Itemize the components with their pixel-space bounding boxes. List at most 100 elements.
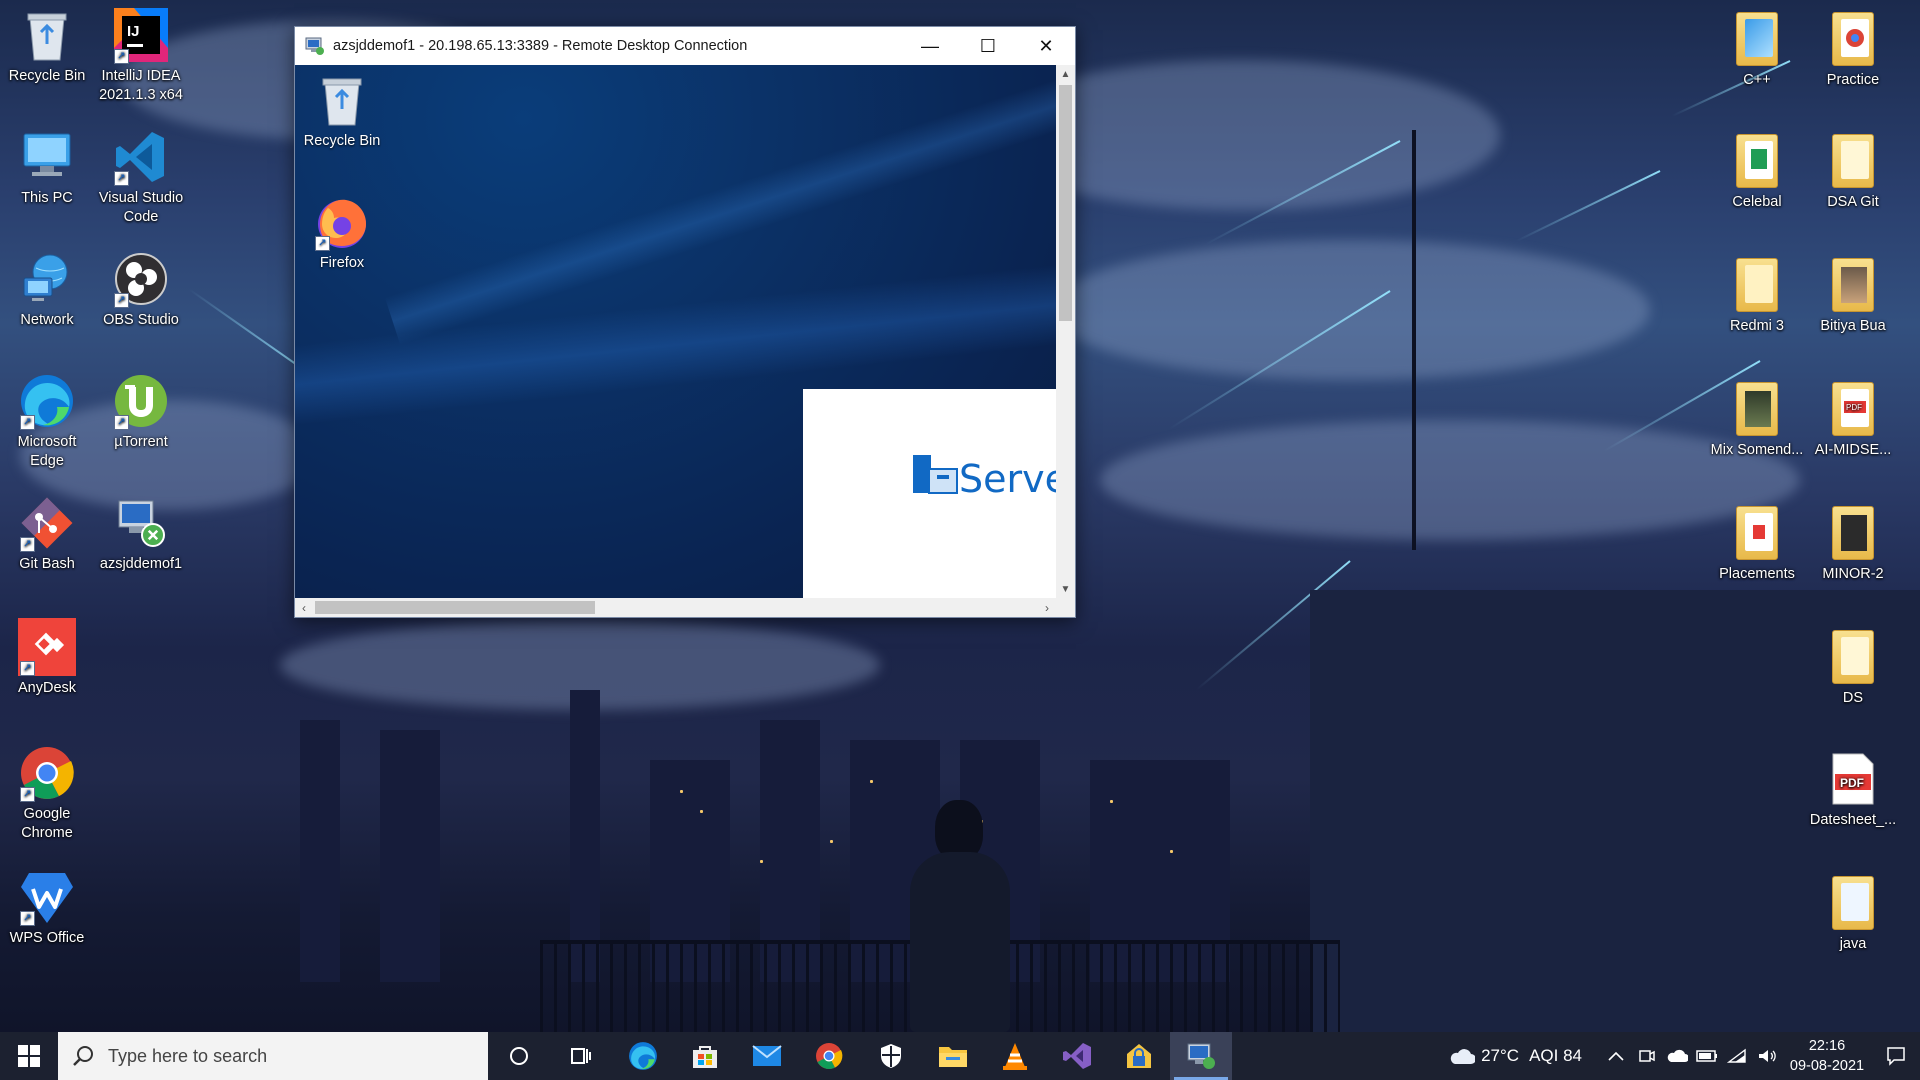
remote-session-viewport[interactable]: Recycle Bin ↗ Firefox Server ▲ ▼ ‹ › (295, 65, 1075, 617)
desktop-icon-pdf-datesheet[interactable]: PDF Datesheet_... (1806, 750, 1900, 830)
taskbar-rdp[interactable] (1170, 1032, 1232, 1080)
taskbar-file-explorer[interactable] (922, 1032, 984, 1080)
weather-icon[interactable] (1441, 1046, 1481, 1066)
resize-grip-icon[interactable] (1056, 598, 1075, 617)
taskbar-store[interactable] (674, 1032, 736, 1080)
file-explorer-icon (939, 1047, 967, 1067)
desktop-icon-label: azsjddemof1 (99, 556, 183, 572)
desktop-icon-recycle-bin[interactable]: Recycle Bin (0, 6, 94, 86)
minimize-icon: — (921, 35, 939, 56)
notification-center-icon[interactable] (1872, 1046, 1920, 1066)
minimize-button[interactable]: — (901, 27, 959, 65)
task-view-button[interactable] (550, 1032, 612, 1080)
desktop-icon-chrome[interactable]: ↗ Google Chrome (0, 744, 94, 843)
desktop-icon-anydesk[interactable]: ↗ AnyDesk (0, 618, 94, 698)
folder-icon (1728, 504, 1786, 562)
folder-icon (1728, 10, 1786, 68)
maximize-button[interactable]: ☐ (959, 27, 1017, 65)
desktop-icon-label: AnyDesk (17, 680, 77, 696)
remote-icon-recycle-bin[interactable]: Recycle Bin (295, 71, 389, 149)
desktop-icon-folder-placements[interactable]: Placements (1710, 504, 1804, 584)
scroll-down-icon[interactable]: ▼ (1056, 580, 1075, 598)
desktop-icon-intellij[interactable]: IJ ↗ IntelliJ IDEA 2021.1.3 x64 (94, 6, 188, 105)
vscode-icon: ↗ (112, 128, 170, 186)
onedrive-icon[interactable] (1662, 1049, 1692, 1063)
desktop-icon-folder-mix[interactable]: Mix Somend... (1710, 380, 1804, 460)
desktop-icon-pdf-ai-midsem[interactable]: PDF AI-MIDSE... (1806, 380, 1900, 460)
pdf-icon-text: PDF (1840, 776, 1864, 790)
desktop-icon-folder-dsa-git[interactable]: DSA Git (1806, 132, 1900, 212)
system-tray: 27°C AQI 84 22:16 09-08-2021 (1441, 1032, 1920, 1080)
desktop-icon-wps[interactable]: ↗ WPS Office (0, 868, 94, 948)
desktop-icon-network[interactable]: Network (0, 250, 94, 330)
remote-desktop-window[interactable]: azsjddemof1 - 20.198.65.13:3389 - Remote… (294, 26, 1076, 618)
firefox-icon: ↗ (313, 193, 371, 251)
vpn-lock-icon (1127, 1044, 1151, 1068)
taskbar-vlc[interactable] (984, 1032, 1046, 1080)
taskbar-vpn[interactable] (1108, 1032, 1170, 1080)
taskbar-clock[interactable]: 22:16 09-08-2021 (1782, 1036, 1872, 1076)
desktop-icon-rdp-shortcut[interactable]: azsjddemof1 (94, 494, 188, 574)
edge-icon (629, 1042, 657, 1070)
desktop-icon-vscode[interactable]: ↗ Visual Studio Code (94, 128, 188, 227)
taskbar-security[interactable] (860, 1032, 922, 1080)
taskbar-visual-studio[interactable] (1046, 1032, 1108, 1080)
meet-now-icon[interactable] (1632, 1047, 1662, 1065)
desktop-icon-edge[interactable]: ↗ Microsoft Edge (0, 372, 94, 471)
desktop-icon-folder-ds[interactable]: DS (1806, 628, 1900, 708)
chevron-up-icon[interactable] (1600, 1051, 1632, 1061)
taskbar-mail[interactable] (736, 1032, 798, 1080)
desktop-icon-folder-practice[interactable]: Practice (1806, 10, 1900, 90)
volume-icon[interactable] (1752, 1048, 1782, 1064)
mail-icon (752, 1045, 782, 1066)
vertical-scroll-thumb[interactable] (1059, 85, 1072, 321)
scroll-right-icon[interactable]: › (1038, 598, 1056, 617)
security-icon (881, 1044, 901, 1068)
desktop-icon-folder-java[interactable]: java (1806, 874, 1900, 954)
remote-icon-firefox[interactable]: ↗ Firefox (295, 193, 389, 271)
vlc-icon (1003, 1043, 1027, 1070)
desktop-icon-utorrent[interactable]: ↗ µTorrent (94, 372, 188, 452)
cortana-icon (510, 1047, 528, 1065)
weather-aqi[interactable]: AQI 84 (1529, 1046, 1582, 1066)
window-title: azsjddemof1 - 20.198.65.13:3389 - Remote… (333, 38, 748, 54)
server-manager-text: Server (959, 457, 1056, 501)
desktop-icon-label: Celebal (1732, 194, 1782, 210)
desktop-icon-label: IntelliJ IDEA 2021.1.3 x64 (99, 68, 183, 103)
desktop-icon-folder-bitiya[interactable]: Bitiya Bua (1806, 256, 1900, 336)
start-button[interactable] (0, 1032, 58, 1080)
rdp-icon (1187, 1043, 1215, 1069)
remote-desktop[interactable]: Recycle Bin ↗ Firefox Server (295, 65, 1056, 598)
close-button[interactable]: ✕ (1017, 27, 1075, 65)
desktop-icon-folder-minor2[interactable]: MINOR-2 (1806, 504, 1900, 584)
vertical-scrollbar[interactable]: ▲ ▼ (1056, 65, 1075, 598)
desktop-icon-this-pc[interactable]: This PC (0, 128, 94, 208)
this-pc-icon (18, 128, 76, 186)
taskbar-chrome[interactable] (798, 1032, 860, 1080)
horizontal-scrollbar[interactable]: ‹ › (295, 598, 1056, 617)
desktop-icon-obs[interactable]: ↗ OBS Studio (94, 250, 188, 330)
folder-icon (1728, 256, 1786, 314)
desktop-icon-label: Mix Somend... (1710, 442, 1804, 458)
cortana-button[interactable] (488, 1032, 550, 1080)
folder-icon (1824, 132, 1882, 190)
horizontal-scroll-thumb[interactable] (315, 601, 595, 614)
battery-icon[interactable] (1692, 1050, 1722, 1062)
svg-text:IJ: IJ (127, 23, 140, 40)
scroll-left-icon[interactable]: ‹ (295, 598, 313, 617)
desktop-icon-label: Git Bash (19, 556, 75, 572)
desktop-icon-git-bash[interactable]: ↗ Git Bash (0, 494, 94, 574)
desktop-icon-folder-cpp[interactable]: C++ (1710, 10, 1804, 90)
taskbar-search-box[interactable]: Type here to search (58, 1032, 488, 1080)
weather-temperature[interactable]: 27°C (1481, 1046, 1519, 1066)
desktop-icon-label: Bitiya Bua (1820, 318, 1886, 334)
desktop-icon-folder-celebal[interactable]: Celebal (1710, 132, 1804, 212)
window-title-bar[interactable]: azsjddemof1 - 20.198.65.13:3389 - Remote… (295, 27, 1075, 65)
desktop-icon-folder-redmi[interactable]: Redmi 3 (1710, 256, 1804, 336)
wifi-icon[interactable] (1722, 1048, 1752, 1064)
folder-icon (1728, 132, 1786, 190)
search-placeholder: Type here to search (108, 1045, 268, 1066)
taskbar-edge[interactable] (612, 1032, 674, 1080)
scroll-up-icon[interactable]: ▲ (1056, 65, 1075, 83)
utorrent-icon: ↗ (112, 372, 170, 430)
